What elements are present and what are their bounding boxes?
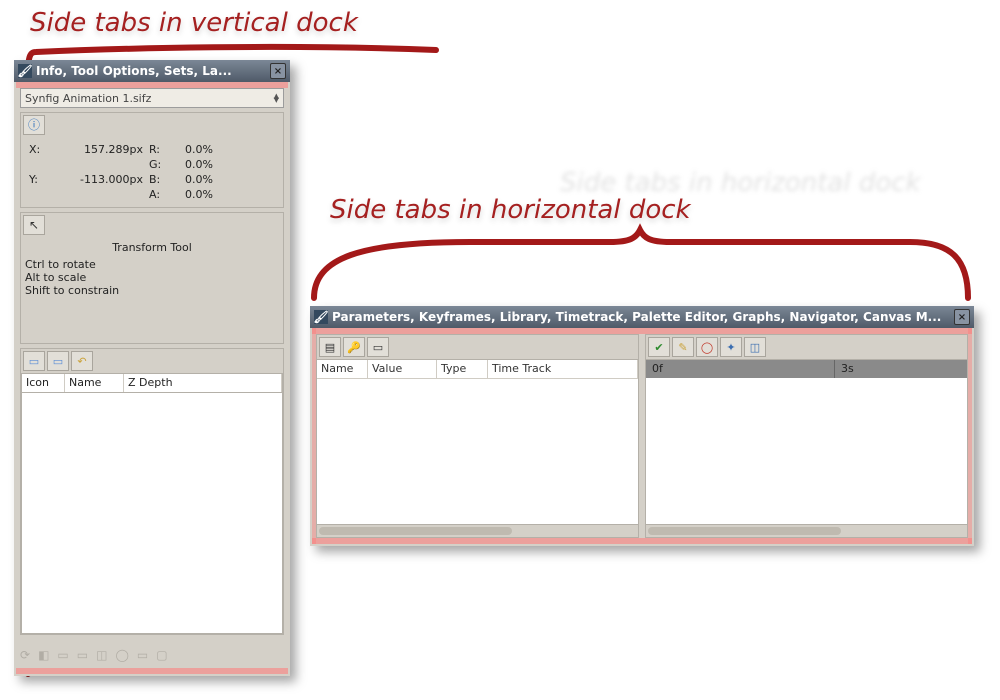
- b-label: B:: [149, 173, 169, 186]
- vertical-dock-title: Info, Tool Options, Sets, La...: [36, 64, 266, 78]
- timetrack-toolbar: ✔ ✎ ◯ ✦ ◫: [646, 335, 967, 360]
- bottom-icon-8[interactable]: ▢: [156, 648, 167, 662]
- info-tab[interactable]: ⓘ: [23, 115, 45, 135]
- bottom-icon-1[interactable]: ⟳: [20, 648, 30, 662]
- annotation-horizontal-brace: [310, 228, 980, 308]
- dock-bottom-icons: ⟳ ◧ ▭ ▭ ◫ ◯ ▭ ▢: [20, 646, 284, 664]
- compass-icon[interactable]: ✦: [720, 337, 742, 357]
- time-start: 0f: [646, 360, 688, 378]
- tool-title: Transform Tool: [25, 237, 279, 258]
- layers-btn-2[interactable]: ▭: [47, 351, 69, 371]
- vertical-dock-titlebar[interactable]: 🖌 Info, Tool Options, Sets, La... ×: [14, 60, 290, 82]
- parameters-header: Name Value Type Time Track: [317, 360, 638, 379]
- app-icon: 🖌: [314, 310, 328, 324]
- info-grid: X: 157.289px R: 0.0% G: 0.0% Y: -113.000…: [21, 137, 283, 207]
- col-type[interactable]: Type: [437, 360, 488, 378]
- tool-options-body: Transform Tool Ctrl to rotate Alt to sca…: [21, 237, 283, 343]
- annotation-vertical-dock: Side tabs in vertical dock: [30, 8, 358, 38]
- undo-icon[interactable]: ↶: [71, 351, 93, 371]
- horizontal-dock-body: ▤ 🔑 ▭ Name Value Type Time Track ✔ ✎ ◯ ✦…: [316, 334, 968, 538]
- timetrack-btn-2[interactable]: ✎: [672, 337, 694, 357]
- app-icon: 🖌: [18, 64, 32, 78]
- tool-hint-shift: Shift to constrain: [25, 284, 279, 297]
- transform-tool-tab[interactable]: ↖: [23, 215, 45, 235]
- info-panel: ⓘ X: 157.289px R: 0.0% G: 0.0% Y: -113.0…: [20, 112, 284, 208]
- check-icon[interactable]: ✔: [648, 337, 670, 357]
- bottom-icon-2[interactable]: ◧: [38, 648, 49, 662]
- bottom-icon-6[interactable]: ◯: [115, 648, 128, 662]
- close-icon[interactable]: ×: [270, 63, 286, 79]
- file-selector[interactable]: Synfig Animation 1.sifz ▲▼: [20, 88, 284, 108]
- annotation-horizontal-ghost: Side tabs in horizontal dock: [560, 168, 921, 198]
- timetrack-body[interactable]: [646, 378, 967, 524]
- params-btn-1[interactable]: ▤: [319, 337, 341, 357]
- a-value: 0.0%: [169, 188, 219, 201]
- timetrack-btn-3[interactable]: ◯: [696, 337, 718, 357]
- scrollbar-thumb[interactable]: [648, 527, 841, 535]
- bottom-icon-3[interactable]: ▭: [57, 648, 68, 662]
- col-name[interactable]: Name: [317, 360, 368, 378]
- bottom-icon-5[interactable]: ◫: [96, 648, 107, 662]
- key-icon[interactable]: 🔑: [343, 337, 365, 357]
- horizontal-dock-titlebar[interactable]: 🖌 Parameters, Keyframes, Library, Timetr…: [310, 306, 974, 328]
- a-label: A:: [149, 188, 169, 201]
- highlight-right: [968, 328, 972, 544]
- tool-hint-ctrl: Ctrl to rotate: [25, 258, 279, 271]
- layers-btn-1[interactable]: ▭: [23, 351, 45, 371]
- stepper-icon[interactable]: ▲▼: [274, 94, 279, 102]
- col-value[interactable]: Value: [368, 360, 437, 378]
- g-label: G:: [149, 158, 169, 171]
- highlight-bottom: [312, 538, 972, 544]
- parameters-body[interactable]: [317, 379, 638, 524]
- horizontal-scrollbar[interactable]: [317, 524, 638, 537]
- time-mark: 3s: [834, 360, 907, 378]
- parameters-pane: ▤ 🔑 ▭ Name Value Type Time Track: [316, 334, 639, 538]
- file-selector-value: Synfig Animation 1.sifz: [25, 92, 151, 105]
- layers-panel: ▭ ▭ ↶ Icon Name Z Depth: [20, 348, 284, 635]
- layers-table-body[interactable]: [21, 393, 283, 634]
- layers-toolbar: ▭ ▭ ↶: [21, 349, 283, 373]
- horizontal-dock-title: Parameters, Keyframes, Library, Timetrac…: [332, 310, 950, 324]
- timetrack-btn-5[interactable]: ◫: [744, 337, 766, 357]
- y-value: -113.000px: [59, 173, 149, 186]
- bottom-icon-4[interactable]: ▭: [77, 648, 88, 662]
- col-timetrack[interactable]: Time Track: [488, 360, 638, 378]
- tool-hint-alt: Alt to scale: [25, 271, 279, 284]
- layers-table-header: Icon Name Z Depth: [21, 373, 283, 393]
- bottom-icon-7[interactable]: ▭: [137, 648, 148, 662]
- x-label: X:: [29, 143, 59, 156]
- col-name[interactable]: Name: [65, 374, 124, 392]
- g-value: 0.0%: [169, 158, 219, 171]
- highlight-bottom: [16, 668, 288, 674]
- y-label: Y:: [29, 173, 59, 186]
- timeline-header[interactable]: 0f 3s: [646, 360, 967, 378]
- params-btn-3[interactable]: ▭: [367, 337, 389, 357]
- parameters-toolbar: ▤ 🔑 ▭: [317, 335, 638, 360]
- b-value: 0.0%: [169, 173, 219, 186]
- timetrack-pane: ✔ ✎ ◯ ✦ ◫ 0f 3s: [645, 334, 968, 538]
- vertical-dock-body: Synfig Animation 1.sifz ▲▼ ⓘ X: 157.289p…: [20, 88, 284, 668]
- annotation-horizontal-dock: Side tabs in horizontal dock: [330, 195, 691, 225]
- close-icon[interactable]: ×: [954, 309, 970, 325]
- horizontal-scrollbar[interactable]: [646, 524, 967, 537]
- x-value: 157.289px: [59, 143, 149, 156]
- r-value: 0.0%: [169, 143, 219, 156]
- col-icon[interactable]: Icon: [22, 374, 65, 392]
- scrollbar-thumb[interactable]: [319, 527, 512, 535]
- r-label: R:: [149, 143, 169, 156]
- tool-options-panel: ↖ Transform Tool Ctrl to rotate Alt to s…: [20, 212, 284, 344]
- col-zdepth[interactable]: Z Depth: [124, 374, 282, 392]
- horizontal-dock: 🖌 Parameters, Keyframes, Library, Timetr…: [310, 306, 974, 546]
- vertical-dock: 🖌 Info, Tool Options, Sets, La... × Synf…: [14, 60, 290, 676]
